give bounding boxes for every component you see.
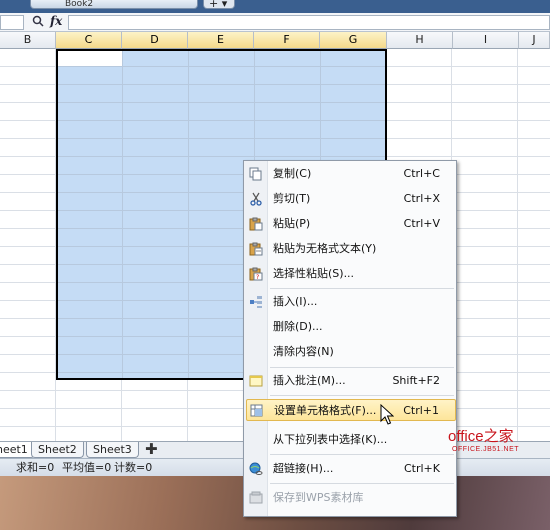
menu-item-shortcut: Shift+F2 bbox=[392, 374, 440, 387]
scissors-icon bbox=[249, 192, 263, 206]
add-sheet-icon[interactable]: ✚ bbox=[145, 442, 158, 457]
menu-item-label: 保存到WPS素材库 bbox=[273, 491, 364, 504]
menu-item-paste-text[interactable]: 粘贴为无格式文本(Y) bbox=[246, 238, 456, 260]
menu-item-insert[interactable]: 插入(I)... bbox=[246, 291, 456, 313]
column-header-b[interactable]: B bbox=[0, 32, 56, 49]
menu-item-copy[interactable]: 复制(C) Ctrl+C bbox=[246, 163, 456, 185]
magnifier-icon[interactable] bbox=[32, 15, 44, 30]
menu-separator bbox=[270, 367, 454, 368]
menu-item-pick-from-list[interactable]: 从下拉列表中选择(K)... bbox=[246, 429, 456, 451]
hyperlink-icon bbox=[249, 462, 263, 476]
document-tab[interactable]: Book2 bbox=[30, 0, 198, 9]
menu-item-label: 设置单元格格式(F)... bbox=[274, 404, 377, 417]
menu-item-shortcut: Ctrl+X bbox=[403, 192, 440, 205]
formula-input[interactable] bbox=[68, 15, 550, 30]
menu-item-paste-special[interactable]: ? 选择性粘贴(S)... bbox=[246, 263, 456, 285]
menu-item-label: 从下拉列表中选择(K)... bbox=[273, 433, 388, 446]
menu-item-label: 插入(I)... bbox=[273, 295, 318, 308]
column-header-h[interactable]: H bbox=[387, 32, 453, 49]
sheet-tab-2[interactable]: Sheet2 bbox=[31, 442, 84, 458]
status-sum: 求和=0 bbox=[16, 461, 55, 474]
menu-separator bbox=[270, 454, 454, 455]
column-header-g[interactable]: G bbox=[320, 32, 387, 49]
menu-item-label: 超链接(H)... bbox=[273, 462, 334, 475]
column-header-f[interactable]: F bbox=[254, 32, 320, 49]
menu-item-label: 剪切(T) bbox=[273, 192, 311, 205]
svg-text:?: ? bbox=[256, 274, 259, 281]
menu-separator bbox=[270, 395, 454, 396]
column-header-c[interactable]: C bbox=[56, 32, 122, 49]
sheet-tab-3[interactable]: Sheet3 bbox=[86, 442, 139, 458]
save-material-icon bbox=[249, 491, 263, 505]
function-icon[interactable]: fx bbox=[50, 14, 62, 28]
menu-item-format-cells[interactable]: 设置单元格格式(F)... Ctrl+1 bbox=[246, 399, 456, 421]
context-menu: 复制(C) Ctrl+C 剪切(T) Ctrl+X 粘贴(P) Ctrl+V 粘… bbox=[243, 160, 457, 517]
menu-item-shortcut: Ctrl+1 bbox=[403, 404, 439, 417]
menu-item-label: 粘贴为无格式文本(Y) bbox=[273, 242, 377, 255]
formula-bar: fx bbox=[0, 13, 550, 32]
column-header-i[interactable]: I bbox=[453, 32, 519, 49]
menu-item-label: 清除内容(N) bbox=[273, 345, 334, 358]
menu-separator bbox=[270, 483, 454, 484]
status-count: 计数=0 bbox=[114, 461, 153, 474]
status-average: 平均值=0 bbox=[62, 461, 112, 474]
menu-item-label: 删除(D)... bbox=[273, 320, 323, 333]
mouse-pointer-icon bbox=[380, 404, 394, 425]
menu-item-shortcut: Ctrl+V bbox=[403, 217, 440, 230]
menu-item-save-to-wps-library[interactable]: 保存到WPS素材库 bbox=[246, 487, 456, 509]
menu-item-insert-comment[interactable]: 插入批注(M)... Shift+F2 bbox=[246, 370, 456, 392]
menu-item-label: 复制(C) bbox=[273, 167, 312, 180]
name-box[interactable] bbox=[0, 15, 24, 30]
menu-item-label: 选择性粘贴(S)... bbox=[273, 267, 355, 280]
column-header-j[interactable]: J bbox=[519, 32, 550, 49]
menu-item-shortcut: Ctrl+K bbox=[403, 462, 440, 475]
menu-item-label: 粘贴(P) bbox=[273, 217, 311, 230]
copy-icon bbox=[249, 167, 263, 181]
document-tab-strip: Book2 + ▾ bbox=[0, 0, 550, 13]
comment-icon bbox=[249, 374, 263, 388]
menu-item-hyperlink[interactable]: 超链接(H)... Ctrl+K bbox=[246, 458, 456, 480]
column-header-e[interactable]: E bbox=[188, 32, 254, 49]
menu-item-cut[interactable]: 剪切(T) Ctrl+X bbox=[246, 188, 456, 210]
menu-item-paste[interactable]: 粘贴(P) Ctrl+V bbox=[246, 213, 456, 235]
watermark-url: OFFICE.JB51.NET bbox=[452, 446, 520, 453]
menu-item-label: 插入批注(M)... bbox=[273, 374, 346, 387]
active-cell[interactable] bbox=[58, 51, 122, 66]
sheet-tab-1[interactable]: Sheet1 bbox=[0, 442, 35, 458]
watermark-logo: office之家 bbox=[448, 428, 514, 445]
menu-item-clear-contents[interactable]: 清除内容(N) bbox=[246, 341, 456, 363]
format-cells-icon bbox=[250, 404, 264, 418]
paste-special-icon: ? bbox=[249, 267, 263, 281]
plus-icon: + bbox=[209, 0, 219, 10]
paste-text-icon bbox=[249, 242, 263, 256]
insert-icon bbox=[249, 295, 263, 309]
menu-separator bbox=[270, 288, 454, 289]
menu-item-delete[interactable]: 删除(D)... bbox=[246, 316, 456, 338]
new-tab-button[interactable]: + ▾ bbox=[203, 0, 235, 9]
menu-item-shortcut: Ctrl+C bbox=[403, 167, 440, 180]
column-header-d[interactable]: D bbox=[122, 32, 188, 49]
paste-icon bbox=[249, 217, 263, 231]
